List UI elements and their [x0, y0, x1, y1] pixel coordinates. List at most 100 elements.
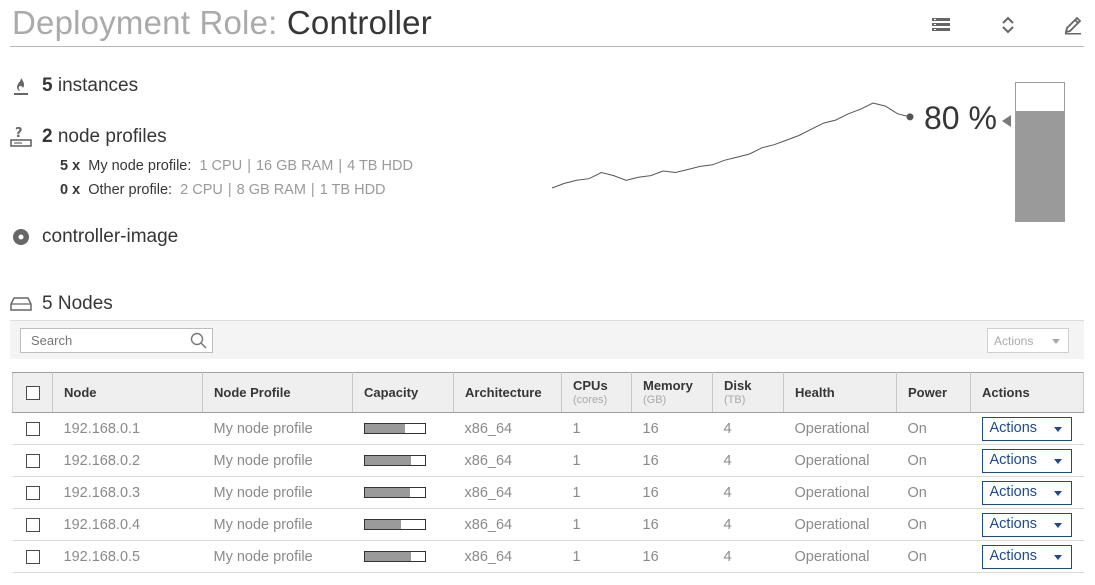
- capacity-cell: [353, 509, 454, 541]
- row-actions-label: Actions: [989, 419, 1038, 436]
- actions-cell: Actions: [971, 445, 1084, 477]
- column-header-power[interactable]: Power: [896, 372, 971, 413]
- node-address[interactable]: 192.168.0.4: [53, 509, 203, 541]
- chevron-down-icon: [1053, 490, 1062, 496]
- capacity-bar: [363, 551, 426, 563]
- chevron-down-icon: [1053, 458, 1062, 464]
- expand-collapse-icon[interactable]: [997, 14, 1019, 36]
- list-icon[interactable]: [930, 14, 952, 36]
- separator: |: [310, 182, 315, 198]
- table-row[interactable]: 192.168.0.2 My node profile x86_64 1 16 4 Oper…: [12, 445, 1084, 477]
- row-actions-dropdown[interactable]: Actions: [981, 480, 1072, 505]
- capacity-bar-fill: [364, 456, 412, 466]
- cpus-label: CPUs: [573, 377, 608, 393]
- row-actions-dropdown[interactable]: Actions: [981, 544, 1072, 569]
- table-row[interactable]: 192.168.0.3 My node profile x86_64 1 16 4 Oper…: [12, 477, 1084, 509]
- node-address[interactable]: 192.168.0.1: [53, 413, 203, 445]
- cpus: 1: [572, 548, 581, 565]
- page-title: Deployment Role: Controller: [12, 4, 432, 42]
- profile-hdd: 4 TB HDD: [347, 158, 413, 174]
- row-actions-dropdown[interactable]: Actions: [981, 448, 1072, 473]
- node-profile: My node profile: [213, 420, 313, 437]
- select-all-header: [12, 372, 53, 413]
- svg-text:?: ?: [15, 126, 23, 141]
- column-header-actions: Actions: [970, 372, 1084, 413]
- capacity-bar-fill: [364, 424, 406, 434]
- health-status: Operational: [794, 516, 870, 533]
- usage-trend-sparkline: [551, 102, 914, 189]
- profile-line: 0 x Other profile: 2 CPU | 8 GB RAM | 1 TB H…: [60, 182, 386, 198]
- table-row[interactable]: 192.168.0.1 My node profile x86_64 1 16 4 Oper…: [12, 413, 1084, 445]
- row-select-cell: [13, 541, 53, 573]
- search-input[interactable]: [21, 329, 181, 352]
- separator: |: [247, 158, 251, 174]
- power-status: On: [907, 484, 927, 501]
- row-checkbox[interactable]: [25, 549, 40, 564]
- search-icon[interactable]: [190, 332, 207, 349]
- power-status: On: [907, 420, 927, 437]
- bulk-actions-dropdown[interactable]: Actions: [987, 328, 1069, 353]
- power-status: On: [907, 516, 927, 533]
- memory: 16: [642, 548, 659, 565]
- nodes-table: Node Node Profile Capacity Architecture …: [12, 372, 1084, 573]
- row-checkbox[interactable]: [25, 421, 40, 436]
- row-actions-label: Actions: [989, 515, 1038, 532]
- memory-label: Memory: [643, 377, 693, 393]
- row-checkbox[interactable]: [25, 453, 40, 468]
- architecture: x86_64: [464, 452, 513, 469]
- power-status: On: [907, 452, 927, 469]
- capacity-cell: [353, 541, 454, 573]
- column-header-cpus[interactable]: CPUs (cores): [561, 372, 632, 413]
- capacity-cell: [353, 477, 454, 509]
- chevron-down-icon: [1053, 426, 1062, 432]
- edit-pencil-icon[interactable]: [1062, 14, 1084, 36]
- image-label: controller-image: [42, 226, 179, 247]
- profiles-count: 2: [42, 126, 53, 147]
- trend-endpoint: [906, 113, 914, 121]
- health-status: Operational: [794, 420, 870, 437]
- node-address[interactable]: 192.168.0.5: [53, 541, 203, 573]
- architecture: x86_64: [464, 548, 513, 565]
- column-header-capacity[interactable]: Capacity: [352, 372, 454, 413]
- profile-cpu: 1 CPU: [199, 158, 243, 174]
- cpus-unit: (cores): [573, 393, 608, 406]
- health-status: Operational: [794, 548, 870, 565]
- column-header-profile[interactable]: Node Profile: [202, 372, 353, 413]
- instances-count: 5: [42, 75, 53, 96]
- row-select-cell: [13, 413, 53, 445]
- node-profile: My node profile: [213, 548, 313, 565]
- row-checkbox[interactable]: [25, 485, 40, 500]
- row-checkbox[interactable]: [25, 517, 40, 532]
- actions-cell: Actions: [971, 541, 1084, 573]
- capacity-bar: [363, 455, 426, 467]
- chevron-down-icon: [1053, 554, 1062, 560]
- column-header-memory[interactable]: Memory (GB): [631, 372, 713, 413]
- select-all-checkbox[interactable]: [25, 385, 40, 400]
- row-select-cell: [13, 445, 53, 477]
- column-header-disk[interactable]: Disk (TB): [712, 372, 784, 413]
- row-actions-label: Actions: [989, 547, 1038, 564]
- node-address[interactable]: 192.168.0.2: [53, 445, 203, 477]
- disc-image-icon: [10, 226, 32, 248]
- table-row[interactable]: 192.168.0.4 My node profile x86_64 1 16 4 Oper…: [12, 509, 1084, 541]
- node-profile: My node profile: [213, 452, 313, 469]
- gauge-indicator-icon: [1002, 115, 1011, 127]
- capacity-cell: [353, 445, 454, 477]
- node-profile: My node profile: [213, 484, 313, 501]
- capacity-bar-fill: [364, 552, 411, 562]
- disk-label: Disk: [724, 377, 752, 393]
- actions-cell: Actions: [971, 509, 1084, 541]
- chevron-down-icon: [1052, 339, 1060, 344]
- column-header-architecture[interactable]: Architecture: [453, 372, 562, 413]
- page-title-role: Controller: [286, 4, 432, 41]
- column-header-node[interactable]: Node: [52, 372, 203, 413]
- capacity-bar-fill: [364, 488, 410, 498]
- table-row[interactable]: 192.168.0.5 My node profile x86_64 1 16 4 Oper…: [12, 541, 1084, 573]
- table-header-row: Node Node Profile Capacity Architecture …: [12, 372, 1084, 413]
- node-address[interactable]: 192.168.0.3: [53, 477, 203, 509]
- row-actions-dropdown[interactable]: Actions: [981, 512, 1072, 537]
- cpus: 1: [572, 484, 581, 501]
- row-actions-dropdown[interactable]: Actions: [981, 416, 1072, 441]
- column-header-health[interactable]: Health: [783, 372, 897, 413]
- profiles-label: node profiles: [52, 126, 167, 147]
